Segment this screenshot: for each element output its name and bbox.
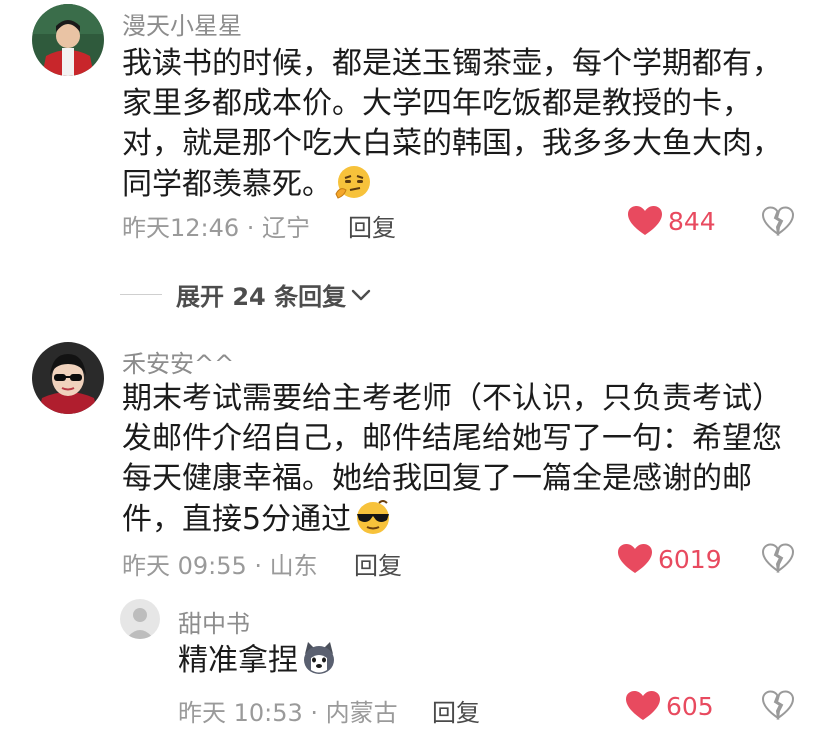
heart-icon bbox=[618, 544, 652, 573]
comment-text: 我读书的时候，都是送玉镯茶壶，每个学期都有， 家里多都成本价。大学四年吃饭都是教… bbox=[122, 44, 782, 204]
reply-button[interactable]: 回复 bbox=[432, 693, 480, 728]
heart-icon bbox=[628, 206, 662, 235]
reply-timestamp: 昨天 10:53 · 内蒙古 bbox=[178, 699, 398, 727]
avatar[interactable] bbox=[120, 599, 160, 639]
comment-text-line: 我读书的时候，都是送玉镯茶壶，每个学期都有， bbox=[122, 46, 782, 81]
divider bbox=[120, 294, 162, 295]
comment-timestamp: 昨天 09:55 · 山东 bbox=[122, 552, 318, 580]
reply-username[interactable]: 甜中书 bbox=[178, 604, 250, 639]
comment-text-line: 家里多都成本价。大学四年吃饭都是教授的卡， bbox=[122, 86, 752, 121]
reply-text: 精准拿捏 bbox=[178, 640, 338, 680]
comment-timestamp: 昨天12:46 · 辽宁 bbox=[122, 214, 311, 242]
reply-text-line: 精准拿捏 bbox=[178, 640, 338, 680]
comment-text-line: 同学都羡慕死。 bbox=[122, 164, 782, 204]
like-button[interactable]: 6019 bbox=[618, 544, 722, 574]
like-count: 844 bbox=[668, 206, 716, 236]
husky-dog-icon bbox=[300, 640, 338, 687]
comment-text-line: 期末考试需要给主考老师（不认识，只负责考试） bbox=[122, 381, 782, 416]
avatar[interactable] bbox=[32, 342, 104, 414]
chevron-down-icon bbox=[351, 289, 371, 300]
comment-text-line: 发邮件介绍自己，邮件结尾给她写了一句：希望您 bbox=[122, 421, 782, 456]
comment-username[interactable]: 漫天小星星 bbox=[122, 6, 242, 41]
reply-button[interactable]: 回复 bbox=[348, 208, 396, 243]
dislike-button[interactable] bbox=[761, 206, 795, 240]
dislike-button[interactable] bbox=[761, 690, 795, 724]
broken-heart-icon bbox=[761, 690, 795, 721]
like-button[interactable]: 605 bbox=[626, 691, 714, 721]
broken-heart-icon bbox=[761, 206, 795, 237]
dislike-button[interactable] bbox=[761, 543, 795, 577]
like-count: 6019 bbox=[658, 544, 722, 574]
comment-text-line: 每天健康幸福。她给我回复了一篇全是感谢的邮 bbox=[122, 461, 752, 496]
thinking-face-icon bbox=[334, 164, 372, 211]
heart-icon bbox=[626, 691, 660, 720]
like-button[interactable]: 844 bbox=[628, 206, 716, 236]
reply-text-segment: 精准拿捏 bbox=[178, 643, 298, 678]
comment-text-segment: 同学都羡慕死。 bbox=[122, 167, 332, 202]
expand-replies-label: 展开 24 条回复 bbox=[176, 283, 347, 311]
comment-username[interactable]: 禾安安^^ bbox=[122, 344, 234, 379]
broken-heart-icon bbox=[761, 543, 795, 574]
comment-text: 期末考试需要给主考老师（不认识，只负责考试） 发邮件介绍自己，邮件结尾给她写了一… bbox=[122, 379, 782, 539]
sunglasses-face-icon bbox=[353, 499, 393, 546]
reply-button[interactable]: 回复 bbox=[354, 546, 402, 581]
comment-text-line: 对，就是那个吃大白菜的韩国，我多多大鱼大肉， bbox=[122, 126, 782, 161]
expand-replies-button[interactable]: 展开 24 条回复 bbox=[120, 277, 372, 312]
like-count: 605 bbox=[666, 691, 714, 721]
comment-text-line: 件，直接5分通过 bbox=[122, 499, 782, 539]
comment-text-segment: 件，直接5分通过 bbox=[122, 502, 352, 537]
avatar[interactable] bbox=[32, 4, 104, 76]
